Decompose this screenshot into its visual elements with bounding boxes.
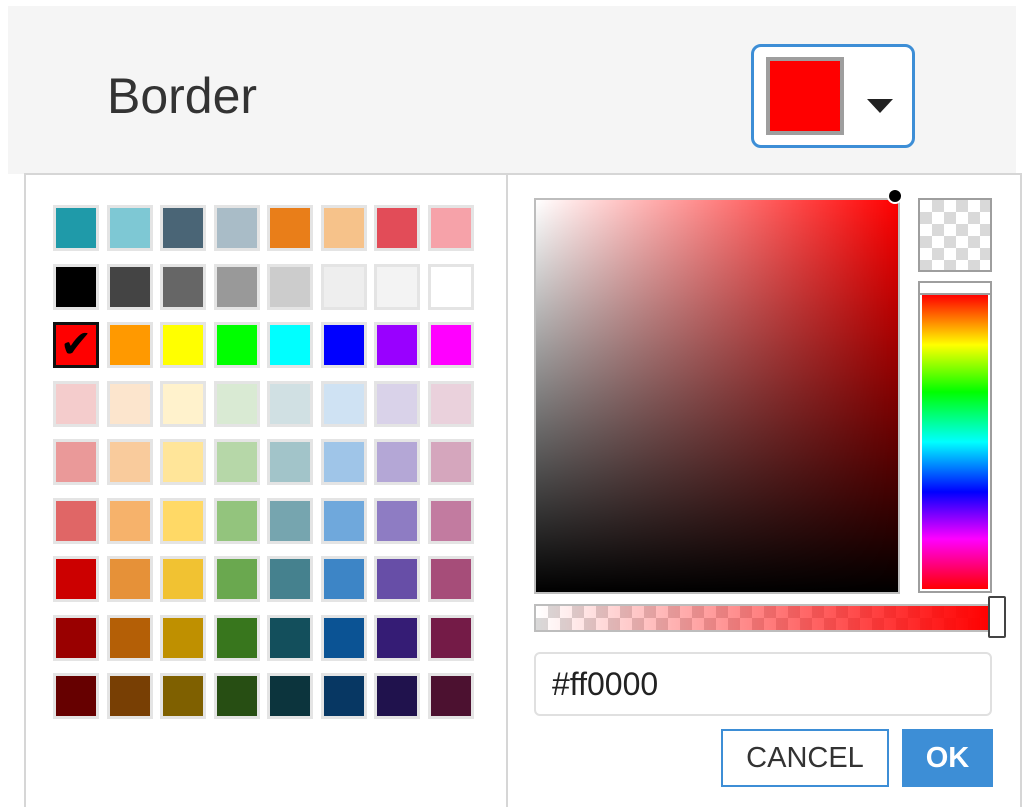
transparent-preview[interactable] <box>918 198 992 272</box>
palette-swatch[interactable] <box>107 498 153 544</box>
sv-picker-handle[interactable] <box>887 188 903 204</box>
ok-button[interactable]: OK <box>902 729 993 787</box>
palette-swatch[interactable] <box>214 615 260 661</box>
palette-swatch[interactable] <box>428 498 474 544</box>
hue-slider[interactable] <box>918 281 992 593</box>
alpha-slider-handle[interactable] <box>988 596 1006 638</box>
palette-swatch[interactable] <box>53 615 99 661</box>
palette-swatch[interactable] <box>160 322 206 368</box>
palette-swatch[interactable] <box>267 322 313 368</box>
palette-swatch[interactable] <box>107 264 153 310</box>
palette-swatch[interactable] <box>53 264 99 310</box>
palette-swatch[interactable] <box>321 673 367 719</box>
palette-swatch[interactable] <box>428 205 474 251</box>
alpha-slider[interactable] <box>534 604 992 632</box>
palette-swatch[interactable] <box>214 498 260 544</box>
palette-swatch[interactable] <box>160 556 206 602</box>
palette-swatch[interactable] <box>160 381 206 427</box>
palette-swatch[interactable] <box>267 205 313 251</box>
palette-swatch[interactable] <box>428 439 474 485</box>
palette-swatch[interactable] <box>160 264 206 310</box>
palette-swatch[interactable] <box>267 381 313 427</box>
palette-swatch[interactable] <box>214 439 260 485</box>
border-color-dropdown[interactable] <box>751 44 915 148</box>
palette-swatch[interactable] <box>374 673 420 719</box>
caret-down-icon <box>867 99 893 113</box>
alpha-gradient <box>536 606 990 630</box>
palette-swatch[interactable] <box>107 205 153 251</box>
palette-swatch[interactable] <box>107 556 153 602</box>
palette-swatch[interactable] <box>374 615 420 661</box>
palette-swatch[interactable] <box>160 205 206 251</box>
palette-swatch[interactable] <box>214 264 260 310</box>
palette-swatch[interactable] <box>267 673 313 719</box>
palette-swatch[interactable] <box>374 556 420 602</box>
palette-swatch[interactable] <box>107 615 153 661</box>
palette-swatch[interactable] <box>214 205 260 251</box>
palette-swatch[interactable] <box>267 615 313 661</box>
palette-swatch[interactable] <box>53 205 99 251</box>
palette-swatch[interactable] <box>267 439 313 485</box>
palette-swatch[interactable] <box>214 673 260 719</box>
cancel-button[interactable]: CANCEL <box>721 729 889 787</box>
saturation-value-area[interactable] <box>534 198 900 594</box>
palette-swatch[interactable] <box>428 381 474 427</box>
palette-swatch[interactable] <box>321 498 367 544</box>
palette-swatch[interactable] <box>321 615 367 661</box>
palette-swatch[interactable] <box>321 205 367 251</box>
sv-black-layer <box>536 200 898 592</box>
palette-swatch[interactable] <box>267 498 313 544</box>
palette-swatch[interactable] <box>374 205 420 251</box>
panel-divider <box>506 175 508 807</box>
checkmark-icon: ✔ <box>60 322 92 366</box>
palette-swatch[interactable] <box>321 439 367 485</box>
palette-swatch[interactable] <box>428 264 474 310</box>
palette-swatch[interactable] <box>374 264 420 310</box>
palette-swatch[interactable] <box>107 322 153 368</box>
palette-swatch[interactable] <box>321 322 367 368</box>
palette-swatch[interactable] <box>374 322 420 368</box>
palette-swatch[interactable] <box>53 439 99 485</box>
palette-swatch[interactable] <box>53 556 99 602</box>
palette-swatch[interactable] <box>374 498 420 544</box>
palette-swatch[interactable]: ✔ <box>53 322 99 368</box>
palette-swatch[interactable] <box>160 439 206 485</box>
palette-swatch[interactable] <box>53 673 99 719</box>
palette-swatch[interactable] <box>267 556 313 602</box>
palette-swatch[interactable] <box>53 498 99 544</box>
palette-swatch[interactable] <box>214 556 260 602</box>
palette-swatch[interactable] <box>160 673 206 719</box>
palette-swatch[interactable] <box>107 381 153 427</box>
palette-swatch[interactable] <box>428 322 474 368</box>
current-color-swatch <box>766 57 844 135</box>
palette-swatch[interactable] <box>214 322 260 368</box>
hex-color-input[interactable] <box>534 652 992 716</box>
palette-swatch[interactable] <box>160 615 206 661</box>
palette-swatch[interactable] <box>428 673 474 719</box>
palette-swatch[interactable] <box>160 498 206 544</box>
palette-swatch[interactable] <box>374 381 420 427</box>
palette-swatch[interactable] <box>267 264 313 310</box>
palette-swatch[interactable] <box>107 439 153 485</box>
palette-swatch[interactable] <box>214 381 260 427</box>
palette-swatch[interactable] <box>374 439 420 485</box>
hue-gradient <box>922 295 988 589</box>
hue-slider-handle[interactable] <box>920 283 990 295</box>
palette-swatch[interactable] <box>321 381 367 427</box>
palette-swatch[interactable] <box>321 264 367 310</box>
palette-swatch[interactable] <box>428 556 474 602</box>
palette-swatch[interactable] <box>53 381 99 427</box>
border-label: Border <box>107 68 258 124</box>
palette-swatch[interactable] <box>321 556 367 602</box>
palette-swatch[interactable] <box>107 673 153 719</box>
palette-swatch[interactable] <box>428 615 474 661</box>
